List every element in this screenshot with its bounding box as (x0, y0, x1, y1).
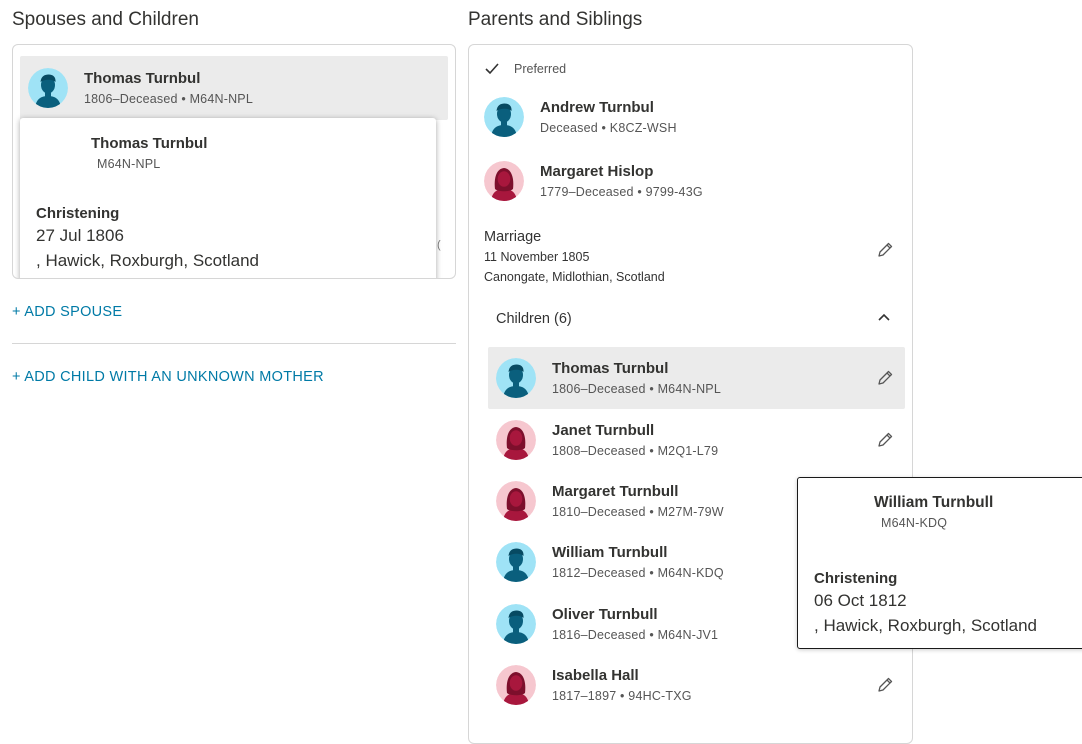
person-hover-card: Thomas Turnbul M64N-NPL Christening 27 J… (20, 118, 436, 278)
card-person-id: M64N-NPL (97, 157, 161, 171)
add-child-unknown-mother-link[interactable]: + ADD CHILD WITH AN UNKNOWN MOTHER (12, 369, 324, 385)
mother-meta: 1779–Deceased • 9799-43G (540, 185, 703, 199)
child-meta: 1812–Deceased • M64N-KDQ (552, 566, 724, 580)
person-meta: 1806–Deceased • M64N-NPL (84, 92, 253, 106)
male-avatar-icon (496, 542, 536, 582)
chevron-up-icon[interactable] (877, 312, 891, 322)
male-avatar-icon (484, 97, 524, 137)
card-event-place: , Hawick, Roxburgh, Scotland (814, 616, 1037, 635)
child-name: Margaret Turnbull (552, 483, 679, 500)
person-name: Thomas Turnbul (84, 70, 201, 87)
card-person-id: M64N-KDQ (881, 516, 948, 530)
add-spouse-link[interactable]: + ADD SPOUSE (12, 304, 122, 320)
children-count-label: Children (6) (496, 311, 572, 327)
marriage-label: Marriage (484, 229, 542, 245)
edit-marriage-pencil-icon[interactable] (876, 241, 894, 259)
female-avatar-icon (484, 161, 524, 201)
edit-child-pencil-icon[interactable] (876, 431, 894, 449)
female-avatar-icon (496, 420, 536, 460)
parents-siblings-heading: Parents and Siblings (468, 9, 643, 30)
card-event-date: 27 Jul 1806 (36, 226, 124, 245)
child-meta: 1817–1897 • 94HC-TXG (552, 689, 692, 703)
child-row[interactable]: Thomas Turnbul 1806–Deceased • M64N-NPL (488, 347, 905, 409)
edit-child-pencil-icon[interactable] (876, 676, 894, 694)
female-avatar-icon (496, 481, 536, 521)
male-avatar-icon (28, 68, 68, 108)
child-name: Janet Turnbull (552, 422, 655, 439)
child-row[interactable]: Janet Turnbull 1808–Deceased • M2Q1-L79 (488, 409, 905, 471)
child-hover-card: William Turnbull M64N-KDQ Christening 06… (797, 477, 1082, 649)
marriage-info: Marriage 11 November 1805 Canongate, Mid… (484, 229, 665, 284)
card-person-name[interactable]: Thomas Turnbul (91, 135, 207, 153)
child-meta: 1810–Deceased • M27M-79W (552, 505, 724, 519)
father-meta: Deceased • K8CZ-WSH (540, 121, 677, 135)
child-name: William Turnbull (552, 544, 668, 561)
scroll-edge-glyph: ( (437, 239, 441, 251)
card-event-label: Christening (814, 570, 898, 587)
child-meta: 1806–Deceased • M64N-NPL (552, 382, 721, 396)
divider (12, 343, 456, 344)
card-event-label: Christening (36, 205, 120, 222)
card-event-place: , Hawick, Roxburgh, Scotland (36, 251, 259, 270)
mother-name: Margaret Hislop (540, 163, 654, 180)
child-meta: 1808–Deceased • M2Q1-L79 (552, 444, 719, 458)
checkmark-icon (485, 63, 499, 75)
female-avatar-icon (496, 665, 536, 705)
male-avatar-icon (496, 604, 536, 644)
spouses-children-heading: Spouses and Children (12, 9, 199, 30)
marriage-date: 11 November 1805 (484, 250, 590, 264)
edit-child-pencil-icon[interactable] (876, 369, 894, 387)
child-row[interactable]: Isabella Hall 1817–1897 • 94HC-TXG (488, 654, 905, 716)
child-name: Thomas Turnbul (552, 360, 669, 377)
male-avatar-icon (496, 358, 536, 398)
spouses-children-panel: Thomas Turnbul 1806–Deceased • M64N-NPL … (12, 44, 456, 279)
mother-row[interactable]: Margaret Hislop 1779–Deceased • 9799-43G (484, 150, 884, 212)
preferred-label: Preferred (514, 62, 567, 76)
card-person-name[interactable]: William Turnbull (874, 494, 993, 512)
preferred-indicator: Preferred (485, 62, 566, 76)
father-name: Andrew Turnbul (540, 99, 654, 116)
child-name: Oliver Turnbull (552, 606, 658, 623)
father-row[interactable]: Andrew Turnbul Deceased • K8CZ-WSH (484, 86, 884, 148)
selected-person-row[interactable]: Thomas Turnbul 1806–Deceased • M64N-NPL (20, 56, 448, 120)
child-meta: 1816–Deceased • M64N-JV1 (552, 628, 719, 642)
card-event-date: 06 Oct 1812 (814, 591, 907, 610)
child-name: Isabella Hall (552, 667, 639, 684)
marriage-place: Canongate, Midlothian, Scotland (484, 270, 665, 284)
